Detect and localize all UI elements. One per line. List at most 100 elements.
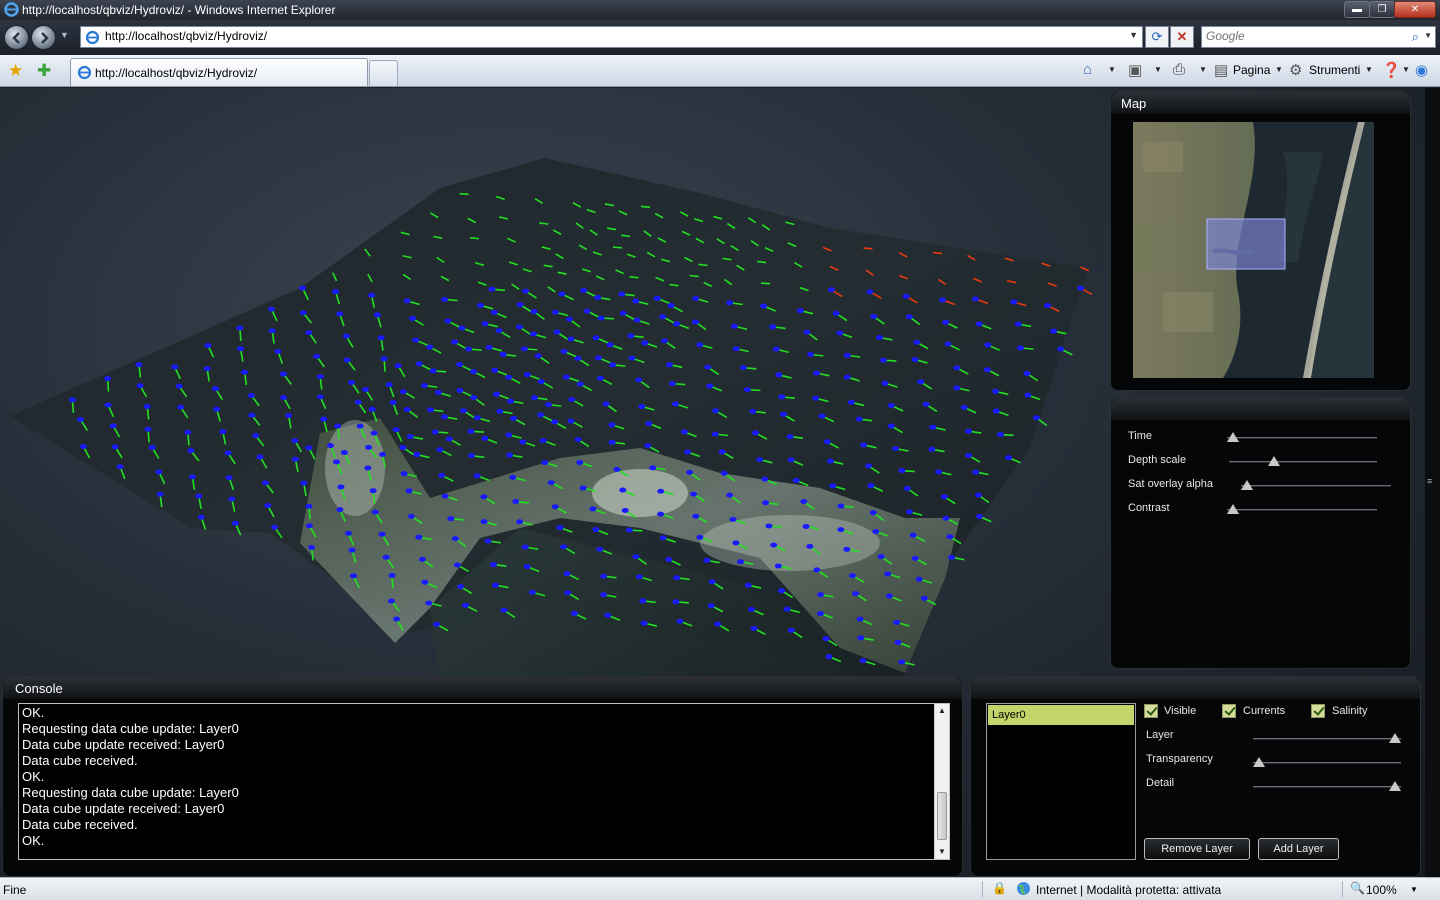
refresh-button[interactable]: ⟳ [1145, 26, 1169, 48]
help-dropdown-icon[interactable]: ▼ [1402, 65, 1410, 74]
vector-base [803, 329, 811, 335]
maximize-button[interactable]: ❐ [1369, 1, 1395, 18]
remove-layer-button[interactable]: Remove Layer [1144, 838, 1250, 860]
tab-hydroviz[interactable]: http://localhost/qbviz/Hydroviz/ [70, 58, 368, 86]
page-menu[interactable]: Pagina [1233, 63, 1270, 77]
vector-base [826, 458, 834, 464]
arrow-right-icon [40, 32, 49, 44]
print-icon[interactable]: ⎙ [1173, 61, 1185, 78]
search-field[interactable]: ⌕ ▼ [1201, 26, 1436, 48]
vector-base [236, 325, 244, 331]
map-panel-title: Map [1111, 92, 1410, 114]
url-input[interactable] [105, 29, 1105, 43]
close-button[interactable]: ✕ [1394, 1, 1436, 18]
console-scrollbar[interactable]: ▲ ▼ [934, 704, 949, 859]
detail-slider[interactable] [1253, 781, 1401, 793]
vector-base [493, 391, 501, 397]
scroll-up-icon[interactable]: ▲ [935, 704, 949, 718]
home-dropdown-icon[interactable]: ▼ [1108, 65, 1116, 74]
layer-list[interactable]: Layer0 [986, 703, 1136, 860]
print-dropdown-icon[interactable]: ▼ [1199, 65, 1207, 74]
control-slider[interactable] [1241, 480, 1391, 492]
address-field[interactable]: ▼ [80, 26, 1143, 48]
search-provider-dropdown-icon[interactable]: ▼ [1424, 31, 1432, 40]
page-dropdown-icon[interactable]: ▼ [1275, 65, 1283, 74]
forward-button[interactable] [31, 25, 56, 50]
scroll-thumb[interactable] [937, 792, 947, 840]
vector-base [613, 466, 621, 472]
vector-base [692, 296, 700, 302]
slider-thumb[interactable] [1268, 456, 1281, 466]
slider-thumb[interactable] [1241, 480, 1253, 490]
slider-thumb[interactable] [1389, 781, 1401, 791]
salinity-checkbox[interactable] [1311, 704, 1325, 718]
tools-dropdown-icon[interactable]: ▼ [1365, 65, 1373, 74]
vector-base [920, 595, 928, 601]
globe-icon[interactable] [1016, 881, 1031, 896]
tab-title: http://localhost/qbviz/Hydroviz/ [95, 66, 258, 80]
address-dropdown-icon[interactable]: ▼ [1129, 30, 1138, 40]
security-icon[interactable]: 🔒 [992, 881, 1007, 895]
stop-button[interactable]: ✕ [1170, 26, 1194, 48]
transparency-slider[interactable] [1253, 757, 1401, 769]
control-slider[interactable] [1227, 504, 1377, 516]
scroll-down-icon[interactable]: ▼ [935, 845, 949, 859]
layer-list-item[interactable]: Layer0 [988, 705, 1134, 725]
zoom-level[interactable]: 100% [1366, 883, 1397, 897]
help-icon[interactable]: ❓ [1382, 61, 1401, 79]
vector-base [639, 598, 647, 604]
vector-base [567, 336, 575, 342]
visible-checkbox[interactable] [1144, 704, 1158, 718]
add-layer-button[interactable]: Add Layer [1258, 838, 1339, 860]
research-icon[interactable]: ◉ [1415, 61, 1428, 79]
map-viewport-marker[interactable] [1206, 218, 1286, 270]
vector-base [481, 435, 489, 441]
vector-base [348, 380, 356, 386]
current-vector [539, 222, 549, 225]
home-icon[interactable]: ⌂ [1083, 61, 1092, 78]
zoom-icon[interactable]: 🔍 [1350, 881, 1365, 895]
vector-base [225, 475, 233, 481]
console-output[interactable]: OK. Requesting data cube update: Layer0 Da… [18, 703, 950, 860]
feeds-icon[interactable]: ▣ [1128, 61, 1142, 79]
vector-base [632, 554, 640, 560]
add-favorite-icon[interactable]: ✚ [37, 61, 51, 81]
current-vector [629, 276, 639, 279]
vector-base [657, 511, 665, 517]
currents-checkbox[interactable] [1222, 704, 1236, 718]
vector-base [800, 499, 808, 505]
vector-base [635, 377, 643, 383]
tools-menu[interactable]: Strumenti [1309, 63, 1360, 77]
recent-pages-dropdown-icon[interactable]: ▼ [60, 30, 69, 40]
vector-base [638, 404, 646, 410]
layer-slider[interactable] [1253, 733, 1401, 745]
slider-thumb[interactable] [1253, 757, 1265, 767]
vector-base [534, 353, 542, 359]
console-line: Data cube update received: Layer0 [22, 801, 225, 816]
minimize-button[interactable]: ▬ [1344, 1, 1370, 18]
new-tab-button[interactable] [369, 60, 398, 86]
satellite-map[interactable] [1133, 122, 1374, 378]
vector-base [211, 386, 219, 392]
slider-thumb[interactable] [1227, 504, 1239, 514]
back-button[interactable] [4, 25, 29, 50]
vector-base [640, 620, 648, 626]
slider-track [1227, 509, 1377, 511]
favorites-star-icon[interactable]: ★ [8, 61, 23, 81]
search-icon[interactable]: ⌕ [1412, 29, 1419, 45]
vector-base [1077, 285, 1085, 291]
control-slider[interactable] [1229, 456, 1377, 468]
hydroviz-viewport[interactable]: Map Time Depth scale Sat overlay alpha C… [0, 88, 1440, 877]
slider-thumb[interactable] [1389, 733, 1401, 743]
resize-grip-icon[interactable]: ≡ [1427, 476, 1432, 486]
feeds-dropdown-icon[interactable]: ▼ [1154, 65, 1162, 74]
vector-base [760, 303, 768, 309]
control-slider[interactable] [1227, 432, 1377, 444]
zoom-dropdown-icon[interactable]: ▼ [1410, 885, 1418, 894]
vector-base [696, 342, 704, 348]
vector-base [316, 394, 324, 400]
search-input[interactable] [1206, 29, 1396, 43]
slider-thumb[interactable] [1227, 432, 1239, 442]
vector-base [563, 571, 571, 577]
vector-base [823, 439, 831, 445]
